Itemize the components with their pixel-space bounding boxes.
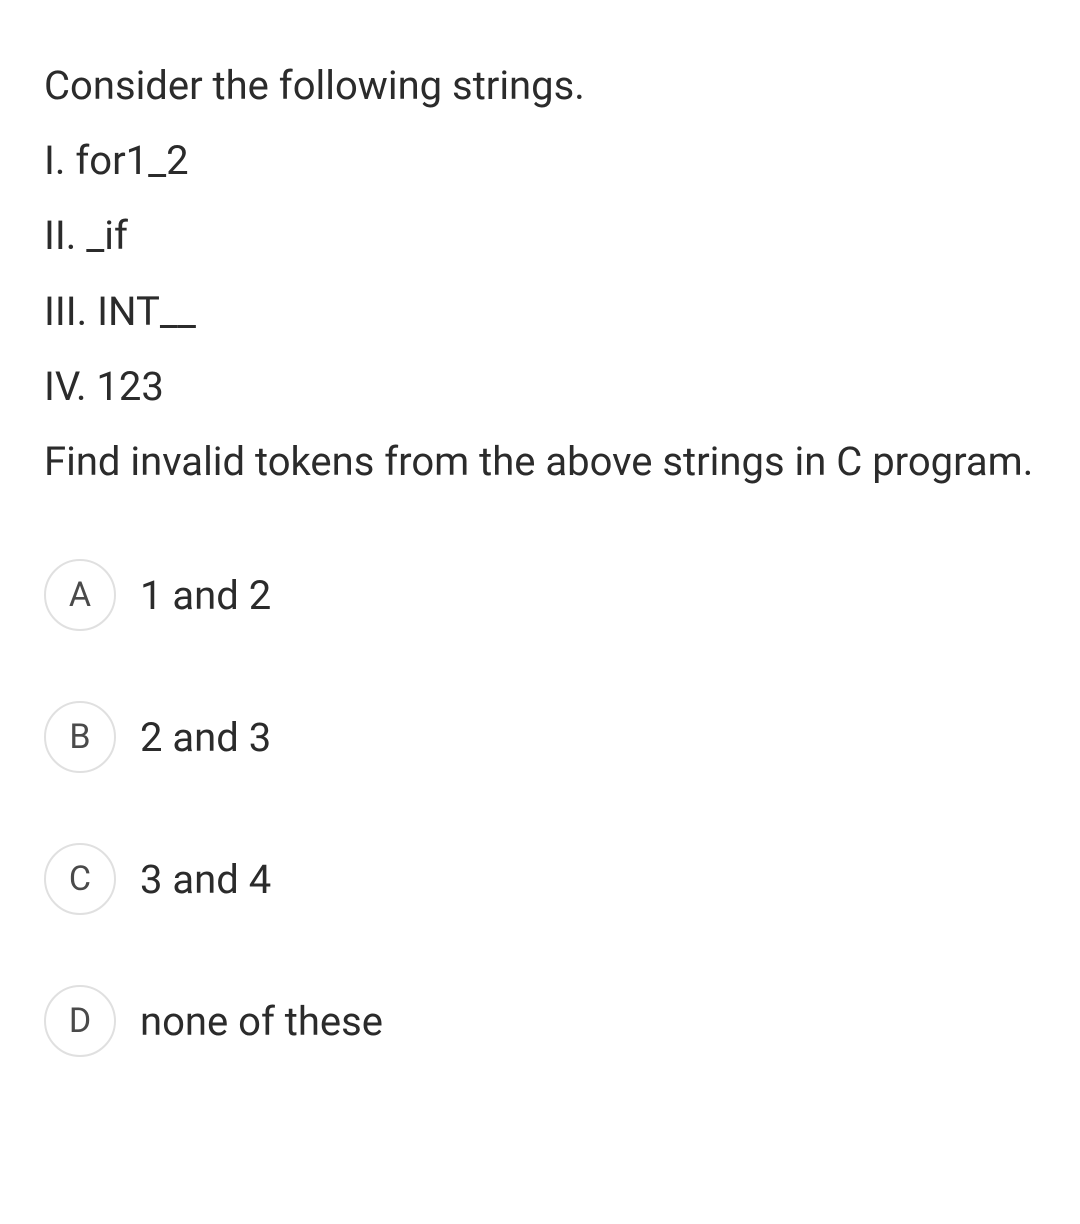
option-a[interactable]: A 1 and 2: [44, 559, 1036, 631]
option-letter-circle: A: [44, 559, 116, 631]
question-item-2: II. _if: [44, 198, 1036, 273]
option-letter: C: [69, 859, 91, 899]
option-b[interactable]: B 2 and 3: [44, 701, 1036, 773]
option-d[interactable]: D none of these: [44, 985, 1036, 1057]
option-text: 3 and 4: [140, 856, 271, 903]
option-letter-circle: C: [44, 843, 116, 915]
question-prompt: Find invalid tokens from the above strin…: [44, 424, 1036, 499]
option-letter: D: [69, 1001, 91, 1041]
option-text: 2 and 3: [140, 714, 271, 761]
question-item-4: IV. 123: [44, 349, 1036, 424]
option-c[interactable]: C 3 and 4: [44, 843, 1036, 915]
option-letter: B: [69, 717, 90, 757]
options-list: A 1 and 2 B 2 and 3 C 3 and 4 D none of …: [44, 559, 1036, 1057]
option-letter-circle: B: [44, 701, 116, 773]
question-block: Consider the following strings. I. for1_…: [44, 48, 1036, 499]
question-item-3: III. INT__: [44, 274, 1036, 349]
option-text: none of these: [140, 998, 383, 1045]
option-text: 1 and 2: [140, 572, 271, 619]
question-intro: Consider the following strings.: [44, 48, 1036, 123]
question-item-1: I. for1_2: [44, 123, 1036, 198]
option-letter: A: [69, 575, 91, 615]
option-letter-circle: D: [44, 985, 116, 1057]
